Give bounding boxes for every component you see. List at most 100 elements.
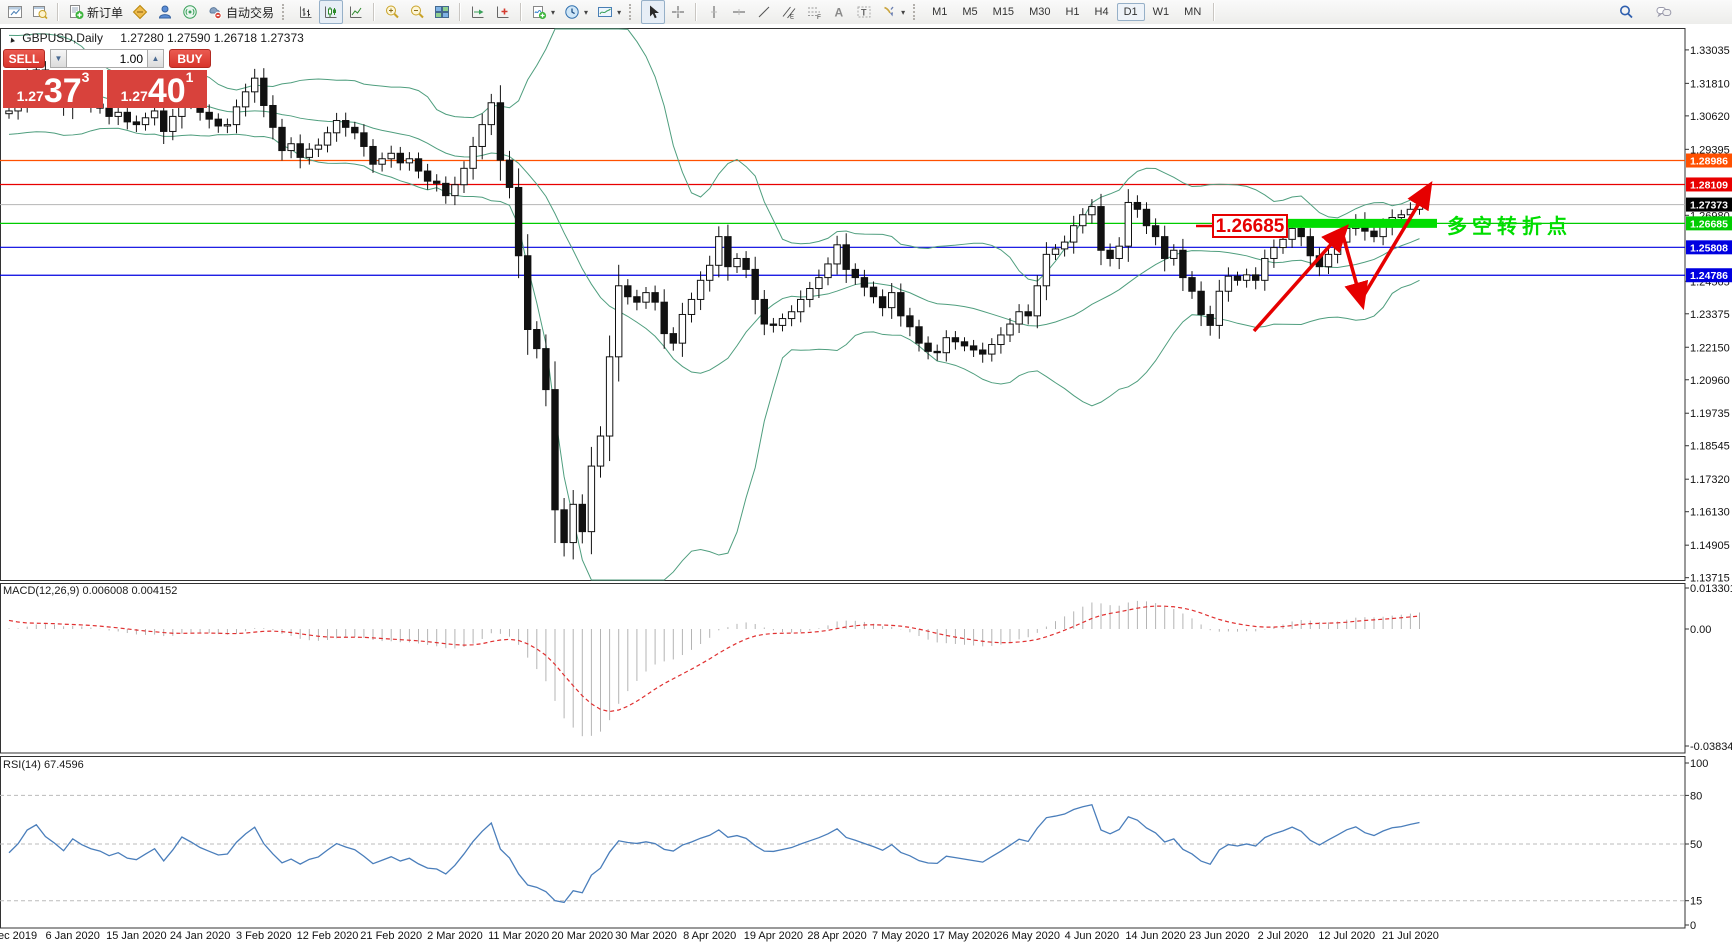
svg-text:100: 100: [1690, 758, 1708, 770]
volume-input[interactable]: [67, 49, 147, 68]
tile-windows-icon: [434, 4, 450, 20]
chevron-down-icon[interactable]: ▾: [551, 8, 555, 17]
chart-window: 1.330351.318101.306201.293951.269801.245…: [0, 24, 1732, 947]
profiles-icon: [32, 4, 48, 20]
toolbar-grip: [282, 4, 288, 20]
hline-button[interactable]: [727, 0, 751, 24]
cursor-icon: [645, 4, 661, 20]
autotrading-icon: [207, 4, 223, 20]
zoom-in-button[interactable]: [380, 0, 404, 24]
date-axis-label: 28 Apr 2020: [807, 930, 866, 942]
price-chart[interactable]: 1.330351.318101.306201.293951.269801.245…: [0, 24, 1732, 947]
signals-button[interactable]: [178, 0, 202, 24]
timeframe-m1-button[interactable]: M1: [925, 3, 954, 21]
date-axis-label: 12 Feb 2020: [297, 930, 359, 942]
price-axis-tag: 1.26685: [1686, 216, 1732, 230]
candlestick-icon: [323, 4, 339, 20]
chevron-down-icon[interactable]: ▾: [584, 8, 588, 17]
timeframe-m5-button[interactable]: M5: [955, 3, 984, 21]
templates-icon: [597, 4, 613, 20]
market-button[interactable]: [153, 0, 177, 24]
trend-arrow[interactable]: [1361, 190, 1427, 300]
chevron-down-icon[interactable]: ▾: [617, 8, 621, 17]
search-icon: [1618, 4, 1634, 20]
buy-price-base: 1.27: [121, 89, 148, 103]
volume-increase-button[interactable]: ▲: [147, 49, 164, 68]
bar-chart-button[interactable]: [294, 0, 318, 24]
vline-button[interactable]: [702, 0, 726, 24]
svg-text:1.14905: 1.14905: [1690, 540, 1730, 552]
chat-button[interactable]: [1652, 0, 1676, 24]
metaeditor-icon: [132, 4, 148, 20]
search-button[interactable]: [1614, 0, 1638, 24]
one-click-trading-panel: SELL ▼ ▲ BUY 1.27 37 3 1.27 40 1: [3, 49, 211, 108]
shapes-button[interactable]: ▾: [877, 0, 909, 24]
bar-chart-icon: [298, 4, 314, 20]
svg-text:1.19735: 1.19735: [1690, 408, 1730, 420]
chart-shift-button[interactable]: [491, 0, 515, 24]
chart-symbol-period: GBPUSD,Daily: [22, 31, 103, 45]
shapes-icon: [881, 4, 897, 20]
metaeditor-button[interactable]: [128, 0, 152, 24]
date-axis-label: 24 Jan 2020: [170, 930, 231, 942]
trendline-button[interactable]: [752, 0, 776, 24]
svg-text:1.30620: 1.30620: [1690, 111, 1730, 123]
text-icon: A: [831, 4, 847, 20]
volume-decrease-button[interactable]: ▼: [50, 49, 67, 68]
new-order-button[interactable]: 新订单: [64, 0, 127, 24]
svg-text:1.23375: 1.23375: [1690, 309, 1730, 321]
line-chart-button[interactable]: [344, 0, 368, 24]
cursor-button[interactable]: [641, 0, 665, 24]
date-axis-label: 30 Mar 2020: [615, 930, 677, 942]
line-chart-icon: [348, 4, 364, 20]
date-axis-label: 21 Jul 2020: [1382, 930, 1439, 942]
crosshair-button[interactable]: [666, 0, 690, 24]
zone-annotation-text: 多空转折点: [1447, 214, 1572, 238]
fibonacci-button[interactable]: F: [802, 0, 826, 24]
chevron-down-icon[interactable]: ▾: [901, 8, 905, 17]
svg-text:1.22150: 1.22150: [1690, 342, 1730, 354]
buy-button[interactable]: BUY: [169, 49, 211, 68]
autotrading-button[interactable]: 自动交易: [203, 0, 278, 24]
timeframe-d1-button[interactable]: D1: [1117, 3, 1145, 21]
price-axis-tag: 1.24786: [1686, 268, 1732, 282]
timeframe-m30-button[interactable]: M30: [1022, 3, 1057, 21]
text-button[interactable]: A: [827, 0, 851, 24]
market-icon: [157, 4, 173, 20]
templates-button[interactable]: ▾: [593, 0, 625, 24]
support-zone-bar[interactable]: [1287, 219, 1437, 228]
label-button[interactable]: T: [852, 0, 876, 24]
toolbar-separator: [373, 3, 375, 21]
price-axis-tag: 1.25808: [1686, 240, 1732, 254]
auto-scroll-icon: [470, 4, 486, 20]
sell-price-panel[interactable]: 1.27 37 3: [3, 70, 103, 108]
periods-button[interactable]: ▾: [560, 0, 592, 24]
date-axis-label: 6 Jan 2020: [45, 930, 99, 942]
new-chart-button[interactable]: [3, 0, 27, 24]
svg-text:15: 15: [1690, 896, 1702, 908]
timeframe-mn-button[interactable]: MN: [1177, 3, 1208, 21]
auto-scroll-button[interactable]: [466, 0, 490, 24]
trendline-icon: [756, 4, 772, 20]
timeframe-h4-button[interactable]: H4: [1088, 3, 1116, 21]
candlestick-button[interactable]: [319, 0, 343, 24]
toolbar-separator: [459, 3, 461, 21]
timeframe-h1-button[interactable]: H1: [1058, 3, 1086, 21]
date-axis-label: 20 Mar 2020: [551, 930, 613, 942]
buy-price-panel[interactable]: 1.27 40 1: [107, 70, 207, 108]
label-icon: T: [856, 4, 872, 20]
profiles-button[interactable]: [28, 0, 52, 24]
svg-text:1.18545: 1.18545: [1690, 441, 1730, 453]
sell-price-point: 3: [82, 70, 90, 84]
indicators-button[interactable]: ▾: [527, 0, 559, 24]
date-axis-label: 15 Jan 2020: [106, 930, 167, 942]
svg-text:0.013301: 0.013301: [1690, 583, 1732, 595]
zoom-out-button[interactable]: [405, 0, 429, 24]
channel-button[interactable]: E: [777, 0, 801, 24]
sell-button[interactable]: SELL: [3, 49, 45, 68]
macd-main-value: 0.006008: [82, 585, 128, 597]
tile-windows-button[interactable]: [430, 0, 454, 24]
timeframe-m15-button[interactable]: M15: [986, 3, 1021, 21]
timeframe-w1-button[interactable]: W1: [1146, 3, 1177, 21]
crosshair-icon: [670, 4, 686, 20]
